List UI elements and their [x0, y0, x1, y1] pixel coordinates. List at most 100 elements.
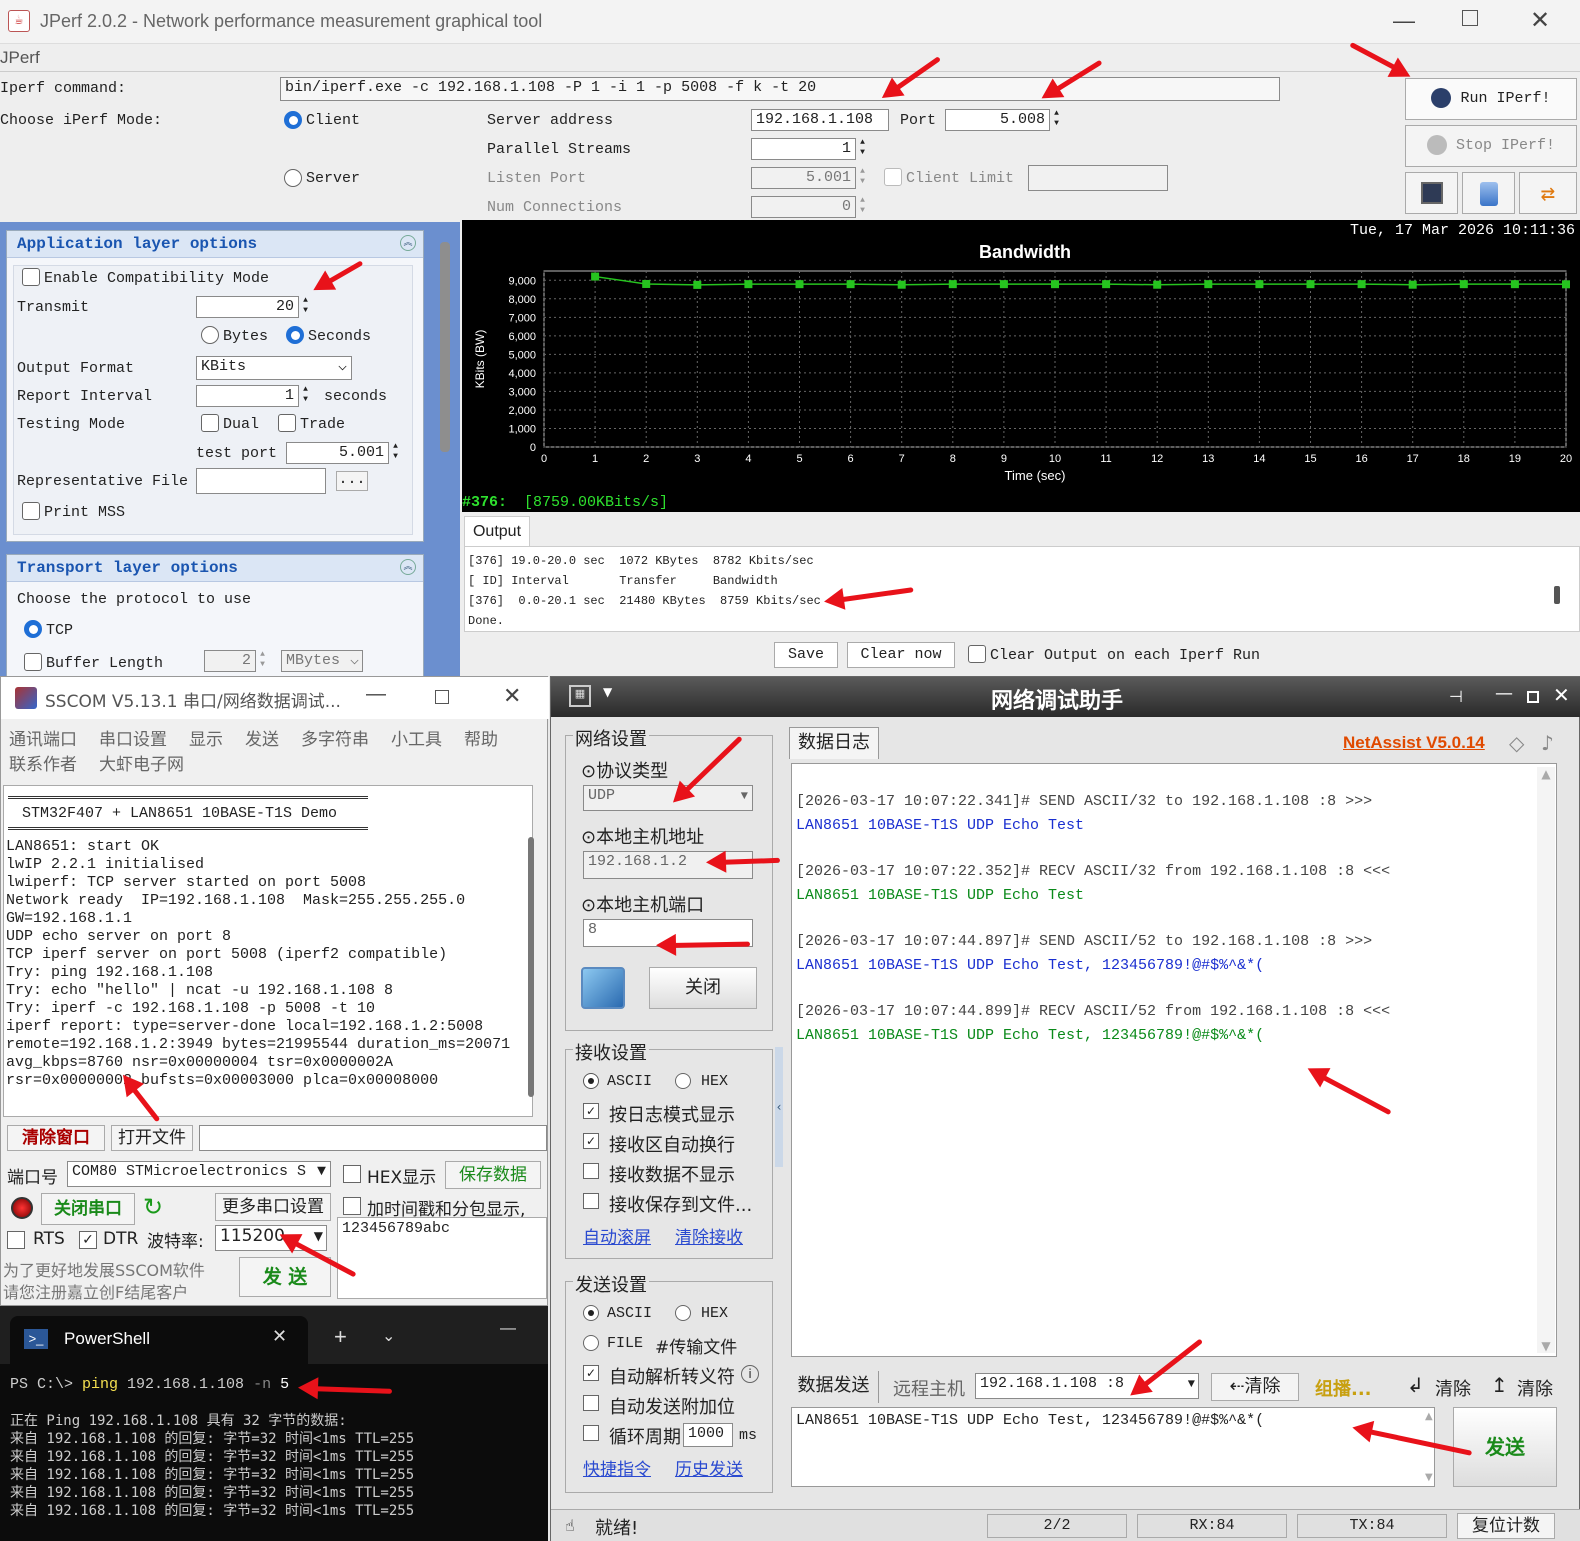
browse-button[interactable]: ...	[336, 471, 368, 491]
report-spinner[interactable]: ▲ ▼	[299, 385, 312, 407]
mss-checkbox[interactable]	[22, 502, 40, 520]
server-radio[interactable]	[284, 169, 302, 187]
output-text-area[interactable]: [376] 19.0-20.0 sec 1072 KBytes 8782 Kbi…	[464, 546, 1580, 632]
clear-each-checkbox[interactable]	[968, 645, 986, 663]
data-log-scrollbar[interactable]: ▲ ▼	[1537, 767, 1555, 1353]
file-radio[interactable]	[583, 1335, 599, 1351]
menu-jperf[interactable]: JPerf	[0, 48, 40, 68]
transmit-field[interactable]: 20	[196, 296, 299, 318]
minimize-icon[interactable]: —	[1393, 8, 1415, 34]
maximize-icon[interactable]	[435, 690, 449, 704]
version-link[interactable]: NetAssist V5.0.14	[1343, 733, 1485, 753]
report-interval-field[interactable]: 1	[196, 385, 299, 407]
data-log-tab[interactable]: 数据日志	[789, 727, 879, 759]
save-button[interactable]: Save	[774, 642, 838, 668]
recv-hex-radio[interactable]	[675, 1073, 691, 1089]
collapse-icon[interactable]: ︽	[400, 235, 416, 251]
sscom-menu-item[interactable]: 显示	[189, 730, 223, 750]
save-config-button[interactable]	[1405, 172, 1458, 214]
compat-checkbox[interactable]	[22, 268, 40, 286]
parallel-spinner[interactable]: ▲ ▼	[856, 138, 869, 160]
stop-iperf-button[interactable]: Stop IPerf!	[1405, 125, 1577, 167]
clear-window-button[interactable]: 清除窗口	[7, 1125, 105, 1151]
close-connection-button[interactable]: 关闭	[649, 967, 757, 1009]
send-button[interactable]: 发送	[1453, 1407, 1557, 1487]
netassist-app-icon[interactable]: ▦	[569, 685, 591, 707]
send-option-checkbox[interactable]	[583, 1425, 599, 1441]
new-tab-icon[interactable]: +	[334, 1324, 347, 1350]
iperf-command-field[interactable]: bin/iperf.exe -c 192.168.1.108 -P 1 -i 1…	[280, 77, 1280, 101]
client-radio[interactable]	[284, 111, 302, 129]
minimize-icon[interactable]: —	[1495, 683, 1513, 704]
trade-checkbox[interactable]	[278, 414, 296, 432]
history-link[interactable]: 历史发送	[675, 1455, 743, 1480]
sscom-menu-item[interactable]: 发送	[245, 730, 279, 750]
clear-now-button[interactable]: Clear now	[847, 642, 955, 668]
sscom-log-scrollbar[interactable]	[528, 837, 534, 1097]
panel-collapse-handle[interactable]: ‹	[775, 1047, 783, 1167]
sscom-send-button[interactable]: 发 送	[239, 1257, 331, 1297]
test-port-field[interactable]: 5.001	[286, 442, 389, 464]
multicast-button[interactable]: 组播...	[1315, 1375, 1372, 1401]
clear-remote-button[interactable]: ⇠清除	[1211, 1373, 1299, 1401]
clear-send-button[interactable]: 清除	[1435, 1375, 1471, 1401]
period-field[interactable]: 1000	[683, 1423, 733, 1447]
info-icon[interactable]: i	[741, 1365, 759, 1383]
parallel-field[interactable]: 1	[751, 138, 856, 160]
timestamp-checkbox[interactable]	[343, 1197, 361, 1215]
transport-layer-header[interactable]: Transport layer options	[7, 555, 423, 582]
open-file-button[interactable]: 打开文件	[111, 1125, 193, 1151]
sscom-menu-item[interactable]: 大虾电子网	[99, 755, 184, 775]
app-layer-header[interactable]: Application layer options	[7, 231, 423, 258]
output-format-select[interactable]: KBits ⌵	[196, 356, 352, 380]
data-send-tab[interactable]: 数据发送	[789, 1371, 879, 1403]
dtr-checkbox[interactable]: ✓	[79, 1231, 97, 1249]
bell-icon[interactable]: ♪	[1541, 731, 1554, 755]
baud-select[interactable]: 115200 ▼	[215, 1225, 327, 1251]
options-scrollbar[interactable]	[440, 242, 450, 452]
rep-file-field[interactable]	[196, 468, 326, 494]
ps-console[interactable]: PS C:\> ping 192.168.1.108 -n 5 正在 Ping …	[10, 1376, 546, 1536]
minimize-icon[interactable]: —	[366, 683, 386, 706]
send-box[interactable]: LAN8651 10BASE-T1S UDP Echo Test, 123456…	[791, 1407, 1435, 1487]
sscom-menu-item[interactable]: 串口设置	[99, 730, 167, 750]
recv-option-checkbox[interactable]	[583, 1163, 599, 1179]
send-hex-radio[interactable]	[675, 1305, 691, 1321]
transmit-spinner[interactable]: ▲ ▼	[299, 296, 312, 318]
sscom-menu-item[interactable]: 小工具	[391, 730, 442, 750]
send-option-checkbox[interactable]	[583, 1395, 599, 1411]
run-iperf-button[interactable]: Run IPerf!	[1405, 78, 1577, 120]
refresh-button[interactable]: ⇄	[1519, 172, 1577, 214]
file-path-field[interactable]	[199, 1125, 547, 1151]
send-option-checkbox[interactable]: ✓	[583, 1365, 599, 1381]
recv-option-checkbox[interactable]	[583, 1193, 599, 1209]
clear-all-button[interactable]: 清除	[1517, 1375, 1553, 1401]
sscom-menu-item[interactable]: 通讯端口	[9, 730, 77, 750]
port-field[interactable]: 5.008	[945, 109, 1050, 131]
close-icon[interactable]: ✕	[503, 683, 521, 709]
send-ascii-radio[interactable]	[583, 1305, 599, 1321]
maximize-icon[interactable]	[1527, 691, 1539, 703]
load-config-button[interactable]	[1462, 172, 1515, 214]
data-log-area[interactable]: [2026-03-17 10:07:22.341]# SEND ASCII/32…	[791, 763, 1557, 1357]
reset-count-button[interactable]: 复位计数	[1457, 1513, 1555, 1539]
dual-checkbox[interactable]	[201, 414, 219, 432]
chevron-down-icon[interactable]: ▼	[603, 685, 612, 699]
server-address-field[interactable]: 192.168.1.108	[751, 109, 889, 131]
collapse-icon[interactable]: ︽	[400, 559, 416, 575]
ps-tab[interactable]: >_ PowerShell ✕	[10, 1316, 308, 1364]
minimize-icon[interactable]: —	[500, 1320, 516, 1338]
recv-option-checkbox[interactable]: ✓	[583, 1133, 599, 1149]
close-icon[interactable]: ✕	[1553, 683, 1570, 707]
pin-icon[interactable]: ⊣	[1449, 687, 1463, 706]
sscom-log-area[interactable]: STM32F407 + LAN8651 10BASE-T1S Demo LAN8…	[3, 785, 533, 1117]
seconds-radio[interactable]	[286, 326, 304, 344]
more-settings-button[interactable]: 更多串口设置	[215, 1193, 331, 1221]
port-select[interactable]: COM80 STMicroelectronics S ▼	[67, 1161, 331, 1187]
sscom-menu-item[interactable]: 联系作者	[9, 755, 77, 775]
sscom-menu-item[interactable]: 帮助	[464, 730, 498, 750]
sscom-menu-item[interactable]: 多字符串	[301, 730, 369, 750]
output-scrollbar[interactable]	[1554, 586, 1560, 604]
auto-scroll-link[interactable]: 自动滚屏	[583, 1223, 651, 1248]
refresh-icon[interactable]: ↻	[143, 1193, 163, 1221]
